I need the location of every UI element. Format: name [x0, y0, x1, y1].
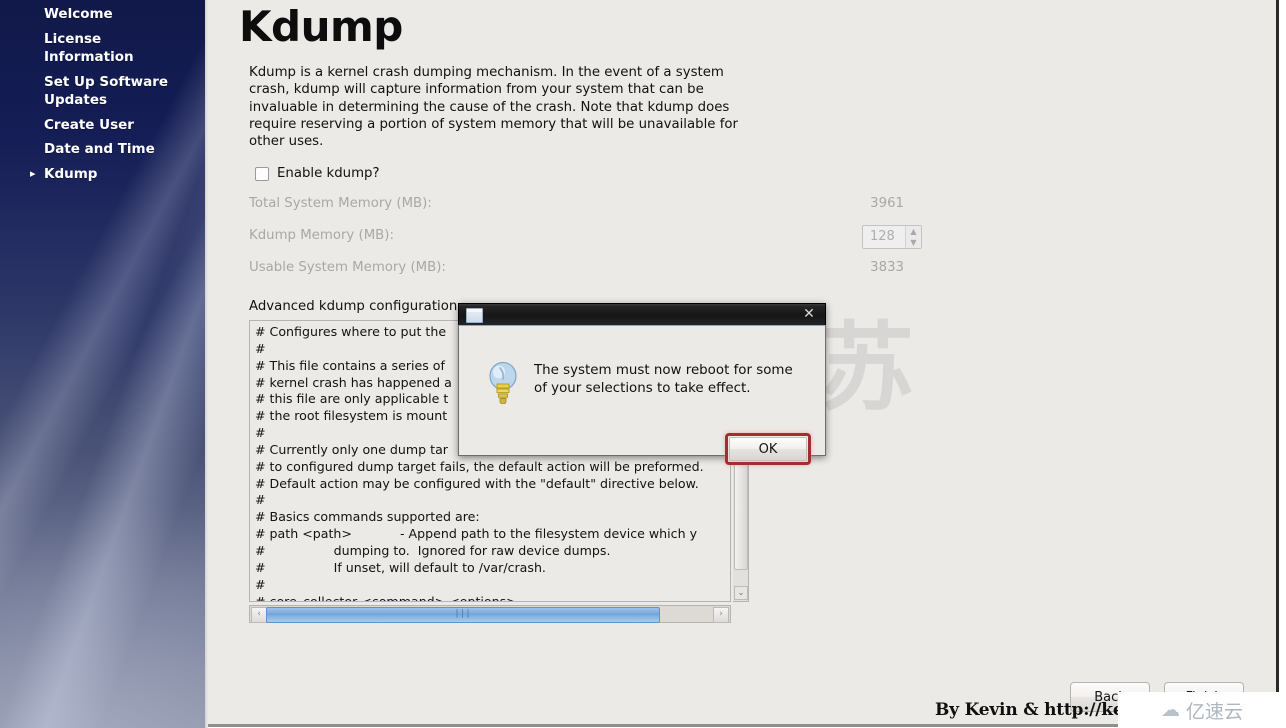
enable-kdump-checkbox[interactable]	[255, 166, 269, 181]
sidebar-item-date-and-time[interactable]: Date and Time	[0, 139, 205, 160]
reboot-dialog: ✕ The system must now reboot for some of…	[458, 303, 826, 465]
dialog-titlebar[interactable]: ✕	[458, 303, 826, 325]
sidebar-item-label: Create User	[44, 116, 134, 133]
sidebar-item-kdump[interactable]: ▸ Kdump	[0, 164, 205, 185]
enable-kdump-label: Enable kdump?	[277, 166, 380, 181]
usable-system-memory-label: Usable System Memory (MB):	[249, 260, 446, 275]
sidebar-item-label: Date and Time	[44, 141, 155, 157]
kdump-memory-spinner[interactable]: 128 ▲ ▼	[862, 225, 922, 249]
usable-system-memory-row: Usable System Memory (MB): 3833	[249, 260, 939, 280]
spinner-up-icon[interactable]: ▲	[906, 226, 921, 237]
ok-button[interactable]: OK	[729, 437, 807, 461]
scroll-right-icon[interactable]: ›	[713, 607, 729, 623]
kdump-memory-label: Kdump Memory (MB):	[249, 228, 394, 243]
close-icon[interactable]: ✕	[801, 307, 817, 323]
scroll-down-icon[interactable]: ⌄	[734, 586, 748, 600]
advanced-config-label: Advanced kdump configuration	[249, 299, 458, 314]
sidebar-item-label: Kdump	[44, 165, 98, 182]
kdump-memory-row: Kdump Memory (MB):	[249, 228, 939, 248]
sidebar-item-label: Set Up Software Updates	[44, 73, 169, 109]
calligraphy-watermark: 苏	[818, 311, 914, 424]
screen: Welcome License Information Set Up Softw…	[0, 0, 1286, 728]
usable-system-memory-value: 3833	[870, 260, 904, 275]
scroll-left-icon[interactable]: ‹	[251, 607, 267, 623]
kdump-memory-value: 128	[870, 229, 895, 244]
page-title: Kdump	[239, 2, 403, 51]
sidebar-item-label: Welcome	[44, 6, 113, 22]
sidebar-item-label: License Information	[44, 30, 134, 66]
yisuyun-watermark: ☁ 亿速云	[1118, 692, 1286, 728]
lightbulb-icon	[489, 361, 517, 404]
spinner-down-icon[interactable]: ▼	[906, 237, 921, 248]
ok-button-highlight: OK	[725, 433, 811, 465]
total-system-memory-value: 3961	[870, 196, 904, 211]
sidebar-item-set-up-software-updates[interactable]: Set Up Software Updates	[0, 72, 205, 111]
sidebar-glow	[0, 391, 205, 728]
horizontal-scrollbar-thumb[interactable]: ∣∣∣	[266, 607, 660, 623]
sidebar-item-welcome[interactable]: Welcome	[0, 4, 205, 25]
sidebar-item-create-user[interactable]: Create User	[0, 115, 205, 136]
spinner-buttons[interactable]: ▲ ▼	[905, 226, 921, 248]
dialog-message: The system must now reboot for some of y…	[534, 363, 793, 396]
cloud-icon: ☁	[1160, 698, 1180, 721]
sidebar-nav: Welcome License Information Set Up Softw…	[0, 0, 205, 188]
dialog-body: The system must now reboot for some of y…	[458, 325, 826, 465]
enable-kdump-row[interactable]: Enable kdump?	[255, 166, 380, 181]
yisuyun-text: 亿速云	[1185, 700, 1243, 723]
window-icon	[466, 308, 483, 323]
intro-text: Kdump is a kernel crash dumping mechanis…	[249, 65, 738, 150]
total-system-memory-label: Total System Memory (MB):	[249, 196, 432, 211]
total-system-memory-row: Total System Memory (MB): 3961	[249, 196, 939, 216]
config-horizontal-scrollbar[interactable]: ‹ ∣∣∣ ›	[249, 605, 731, 623]
sidebar-item-license-information[interactable]: License Information	[0, 29, 205, 68]
